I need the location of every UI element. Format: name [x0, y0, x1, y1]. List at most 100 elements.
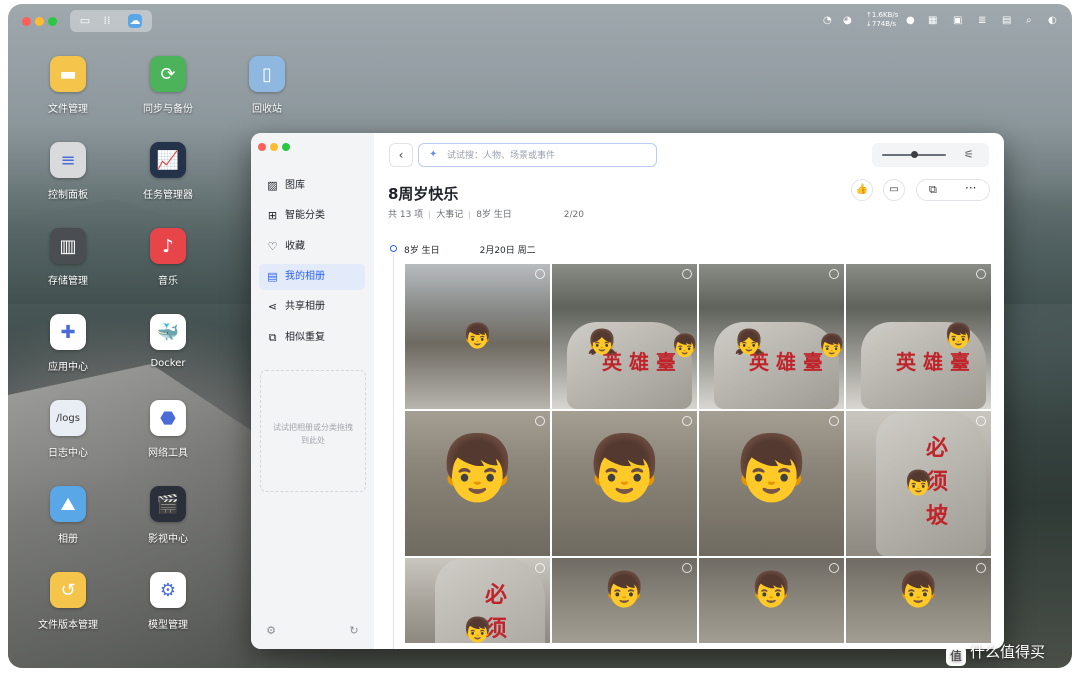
photos-app-icon[interactable]: ☁ — [128, 14, 142, 28]
desktop-icon-label: 应用中心 — [48, 362, 88, 373]
select-circle-icon[interactable] — [682, 269, 692, 279]
select-circle-icon[interactable] — [535, 269, 545, 279]
sidebar-item-gallery[interactable]: ▨ 图库 — [259, 173, 365, 199]
face-emoji: 👦 — [584, 432, 665, 506]
back-button[interactable]: ‹ — [389, 143, 413, 167]
photo-thumbnail[interactable]: 英 雄 臺 👧 👦 — [552, 264, 697, 409]
select-circle-icon[interactable] — [976, 269, 986, 279]
desktop-icon-label: 存储管理 — [48, 276, 88, 287]
sidebar-item-heart[interactable]: ♡ 收藏 — [259, 234, 365, 260]
search-input[interactable] — [445, 147, 649, 165]
settings-icon[interactable]: ≣ — [978, 13, 986, 29]
photo-thumbnail[interactable]: 👦 — [405, 264, 550, 409]
desktop-icon-storage[interactable]: ▥ 存储管理 — [28, 228, 108, 287]
desktop-icon-music[interactable]: ♪ 音乐 — [128, 228, 208, 287]
cpu-icon[interactable]: ◔ — [823, 13, 832, 29]
desktop-icon-app-center[interactable]: ✚ 应用中心 — [28, 314, 108, 373]
photo-thumbnail[interactable]: 👦 — [699, 558, 844, 643]
desktop-icon-control-panel[interactable]: ≡ 控制面板 — [28, 142, 108, 201]
close-dot-icon[interactable] — [22, 17, 31, 26]
window-maximize-icon[interactable] — [282, 143, 290, 151]
album-tag: 大事记 — [436, 210, 464, 220]
control-panel-icon: ≡ — [50, 142, 86, 178]
app-grid-icon[interactable]: ⁞⁞ — [100, 14, 114, 28]
search-box[interactable]: ✦ — [418, 143, 657, 167]
photo-thumbnail[interactable]: 英 雄 臺 👦 — [846, 264, 991, 409]
desktop-icon-label: Docker — [150, 358, 186, 369]
face-emoji: 👦 — [603, 570, 646, 610]
face-emoji: 👦 — [731, 432, 812, 506]
photo-thumbnail[interactable]: 必 须 坡 👦 — [846, 411, 991, 556]
face-emoji-second: 👦 — [671, 334, 697, 359]
select-circle-icon[interactable] — [535, 563, 545, 573]
desktop-icon-folder[interactable]: ▬ 文件管理 — [28, 56, 108, 115]
desktop-icon-photos[interactable]: ⛰ 相册 — [28, 486, 108, 545]
select-circle-icon[interactable] — [976, 416, 986, 426]
select-circle-icon[interactable] — [829, 269, 839, 279]
desktop-icon-file-version[interactable]: ↺ 文件版本管理 — [28, 572, 108, 631]
sidebar-item-smart-category[interactable]: ⊞ 智能分类 — [259, 203, 365, 229]
window-minimize-icon[interactable] — [270, 143, 278, 151]
monitor-icon[interactable]: ▣ — [953, 13, 962, 29]
widgets-icon[interactable]: ▦ — [928, 13, 937, 29]
photo-thumbnail[interactable]: 👦 — [405, 411, 550, 556]
select-circle-icon[interactable] — [829, 416, 839, 426]
timeline-line — [393, 253, 394, 649]
desktop-icon-label: 同步与备份 — [143, 104, 193, 115]
desktop-icon-network-tool[interactable]: ⬣ 网络工具 — [128, 400, 208, 459]
photo-thumbnail[interactable]: 必 须 👦 — [405, 558, 550, 643]
refresh-icon[interactable]: ↻ — [347, 624, 361, 638]
select-circle-icon[interactable] — [682, 563, 692, 573]
select-circle-icon[interactable] — [535, 416, 545, 426]
album-count: 共 13 项 — [388, 210, 424, 220]
zoom-control[interactable]: ⚟ — [872, 143, 989, 167]
desktop-icon-video-center[interactable]: 🎬 影视中心 — [128, 486, 208, 545]
desktop-icon-sync[interactable]: ⟳ 同步与备份 — [128, 56, 208, 115]
account-icon[interactable]: ◐ — [1048, 13, 1057, 29]
docker-icon: 🐳 — [150, 314, 186, 350]
more-icon[interactable]: ··· — [965, 181, 976, 195]
filter-settings-icon[interactable]: ⚟ — [964, 148, 974, 161]
photo-thumbnail[interactable]: 👦 — [552, 558, 697, 643]
select-circle-icon[interactable] — [682, 416, 692, 426]
select-circle-icon[interactable] — [829, 563, 839, 573]
desktop-icon[interactable]: ▭ — [78, 14, 92, 28]
face-emoji: 👦 — [750, 570, 793, 610]
sidebar-item-duplicate[interactable]: ⧉ 相似重复 — [259, 325, 365, 351]
sidebar-item-my-albums[interactable]: ▤ 我的相册 — [259, 263, 365, 290]
edit-cover-icon[interactable]: ⧉ — [929, 183, 937, 197]
desktop-icon-docker[interactable]: 🐳 Docker — [128, 314, 208, 369]
desktop-icon-label: 网络工具 — [148, 448, 188, 459]
user-icon[interactable]: ● — [906, 13, 915, 29]
maximize-dot-icon[interactable] — [48, 17, 57, 26]
task-manager-icon: 📈 — [150, 142, 186, 178]
network-tool-icon: ⬣ — [150, 400, 186, 436]
trash-icon: ▯ — [249, 56, 285, 92]
desktop-icon-model-manager[interactable]: ⚙ 模型管理 — [128, 572, 208, 631]
like-button[interactable]: 👍 — [851, 179, 873, 201]
photo-thumbnail[interactable]: 👦 — [552, 411, 697, 556]
zoom-slider-knob[interactable] — [910, 151, 918, 158]
notifications-icon[interactable]: ▤ — [1002, 13, 1011, 29]
album-actions: ⧉ ··· — [916, 179, 990, 201]
face-emoji: 👦 — [943, 322, 974, 350]
desktop-icon-logs[interactable]: /logs 日志中心 — [28, 400, 108, 459]
comment-button[interactable]: ▭ — [883, 179, 905, 201]
photo-thumbnail[interactable]: 英 雄 臺 👧 👦 — [699, 264, 844, 409]
ram-icon[interactable]: ◕ — [843, 13, 852, 29]
heart-icon: ♡ — [267, 239, 278, 253]
photo-thumbnail[interactable]: 👦 — [699, 411, 844, 556]
select-circle-icon[interactable] — [976, 563, 986, 573]
settings-gear-icon[interactable]: ⚙ — [264, 624, 278, 638]
upload-speed: ↑1.6KB/s — [866, 11, 899, 19]
window-close-icon[interactable] — [258, 143, 266, 151]
search-icon[interactable]: ⌕ — [1026, 13, 1032, 29]
desktop-icon-trash[interactable]: ▯ 回收站 — [227, 56, 307, 115]
sidebar-item-share[interactable]: ⋖ 共享相册 — [259, 294, 365, 320]
minimize-dot-icon[interactable] — [35, 17, 44, 26]
my-albums-icon: ▤ — [267, 269, 278, 283]
desktop-icon-task-manager[interactable]: 📈 任务管理器 — [128, 142, 208, 201]
folder-icon: ▬ — [50, 56, 86, 92]
album-dropzone[interactable]: 试试把相册或分类拖拽到此处 — [260, 370, 366, 492]
photo-thumbnail[interactable]: 👦 — [846, 558, 991, 643]
